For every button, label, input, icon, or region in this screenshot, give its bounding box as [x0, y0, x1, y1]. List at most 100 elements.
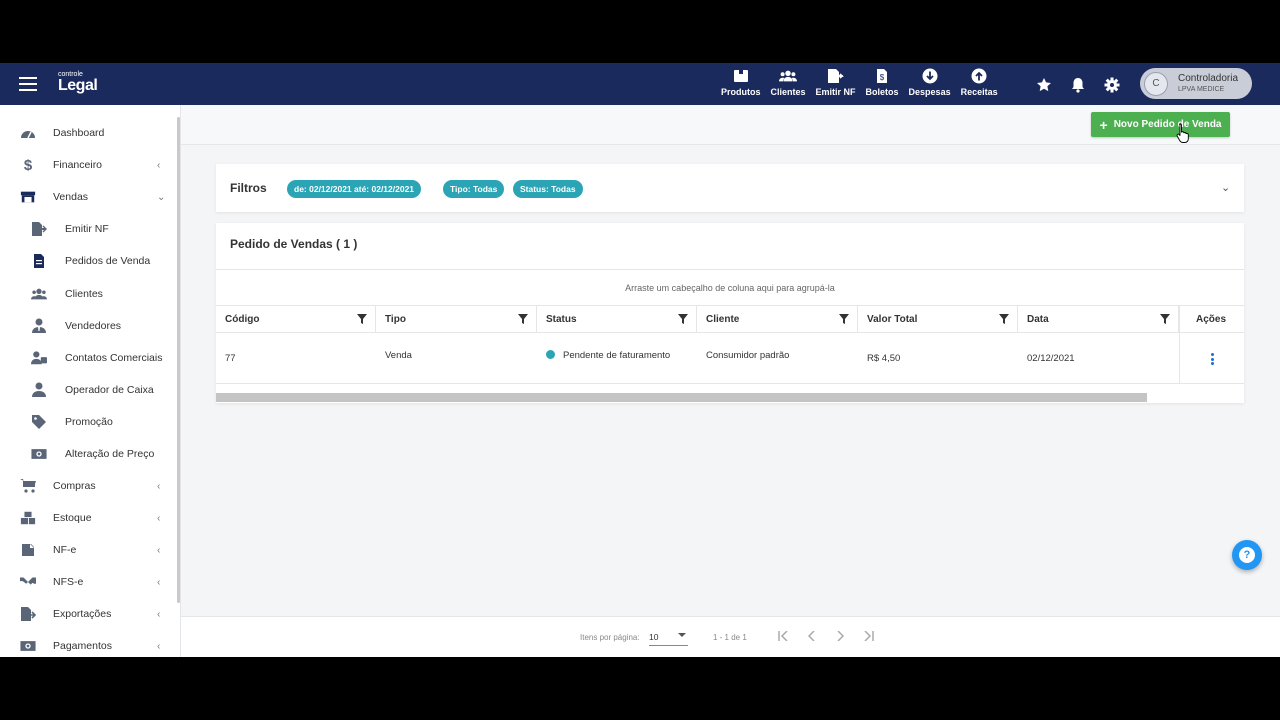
user-name: Controladoria	[1178, 73, 1239, 84]
first-page-icon[interactable]	[775, 627, 793, 645]
nav-despesas[interactable]: Despesas	[904, 67, 956, 97]
filter-icon[interactable]	[1160, 314, 1170, 324]
nfe-icon	[20, 542, 36, 558]
sidebar-item-label: Promoção	[65, 416, 113, 428]
col-label: Código	[225, 314, 260, 325]
nav-label: Boletos	[865, 87, 899, 97]
cell-cliente: Consumidor padrão	[706, 350, 790, 361]
sidebar-item-vendas[interactable]: Vendas ⌄	[0, 183, 176, 211]
sidebar-item-pagamentos[interactable]: Pagamentos ‹	[0, 632, 176, 657]
star-icon[interactable]	[1034, 75, 1054, 95]
help-button[interactable]: ?	[1232, 540, 1262, 570]
arrow-down-circle-icon	[921, 67, 939, 85]
col-header-tipo[interactable]: Tipo	[376, 306, 537, 333]
page-range: 1 - 1 de 1	[713, 633, 747, 642]
nav-boletos[interactable]: $ Boletos	[861, 67, 904, 97]
plus-icon: +	[1099, 116, 1108, 133]
filters-panel[interactable]: Filtros de: 02/12/2021 até: 02/12/2021 T…	[216, 164, 1244, 212]
next-page-icon[interactable]	[831, 627, 849, 645]
user-company: LPVA MEDICE	[1178, 86, 1225, 93]
sidebar-item-pedidos-de-venda[interactable]: Pedidos de Venda	[0, 247, 176, 275]
user-tie-icon	[31, 318, 47, 334]
filter-icon[interactable]	[357, 314, 367, 324]
table-row[interactable]: 77 Venda Pendente de faturamento Consumi…	[216, 333, 1244, 384]
user-info: Controladoria LPVA MEDICE	[1178, 73, 1239, 94]
sidebar-scrollbar[interactable]	[177, 117, 180, 603]
box-icon	[732, 67, 750, 85]
app-logo[interactable]: controle Legal	[58, 71, 98, 94]
gear-icon[interactable]	[1102, 75, 1122, 95]
filter-icon[interactable]	[999, 314, 1009, 324]
more-vertical-icon[interactable]	[1209, 353, 1215, 367]
col-label: Valor Total	[867, 314, 918, 325]
chevron-left-icon: ‹	[157, 544, 161, 556]
filter-chip-type[interactable]: Tipo: Todas	[443, 180, 505, 198]
sidebar-item-contatos-comerciais[interactable]: Contatos Comerciais	[0, 344, 176, 372]
logo-big-text: Legal	[58, 77, 98, 94]
chevron-left-icon: ‹	[157, 640, 161, 652]
app-screen: controle Legal Produtos Clientes Emitir …	[0, 63, 1280, 657]
filter-icon[interactable]	[678, 314, 688, 324]
new-order-button[interactable]: + Novo Pedido de Venda	[1091, 112, 1230, 137]
sidebar-item-nfs-e[interactable]: NFS-e ‹	[0, 568, 176, 596]
items-per-page-label: Itens por página:	[580, 633, 640, 642]
sidebar-item-label: Operador de Caixa	[65, 384, 154, 396]
sidebar-item-label: Vendedores	[65, 320, 122, 332]
document-icon	[31, 253, 47, 269]
status-dot	[546, 350, 555, 359]
filter-icon[interactable]	[518, 314, 528, 324]
nav-receitas[interactable]: Receitas	[956, 67, 1003, 97]
horizontal-scrollbar[interactable]	[216, 393, 1147, 402]
tag-icon	[31, 414, 47, 430]
actions-column	[1179, 306, 1244, 384]
cell-tipo: Venda	[385, 350, 412, 361]
sidebar: Dashboard $ Financeiro ‹ Vendas ⌄ Emitir NF Ped…	[0, 105, 181, 657]
sidebar-item-operador-de-caixa[interactable]: Operador de Caixa	[0, 376, 176, 404]
sidebar-item-altera-o-de-pre-o[interactable]: Alteração de Preço	[0, 440, 176, 468]
menu-toggle-icon[interactable]	[19, 77, 37, 91]
file-export-icon	[31, 221, 47, 237]
top-nav: Produtos Clientes Emitir NF $ Boletos De…	[716, 67, 1003, 97]
col-label: Cliente	[706, 314, 740, 325]
sidebar-item-label: Contatos Comerciais	[65, 352, 163, 364]
sidebar-item-exporta-es[interactable]: Exportações ‹	[0, 600, 176, 628]
chevron-down-icon[interactable]: ⌄	[1221, 181, 1230, 194]
nav-emitir-nf[interactable]: Emitir NF	[811, 67, 861, 97]
page-size-select[interactable]: 10	[649, 629, 688, 646]
sidebar-item-promo-o[interactable]: Promoção	[0, 408, 176, 436]
sidebar-item-label: Pedidos de Venda	[65, 255, 151, 267]
filter-chip-date[interactable]: de: 02/12/2021 até: 02/12/2021	[287, 180, 422, 198]
sidebar-item-financeiro[interactable]: $ Financeiro ‹	[0, 151, 176, 179]
prev-page-icon[interactable]	[803, 627, 821, 645]
sidebar-item-label: Emitir NF	[65, 223, 109, 235]
col-header-data[interactable]: Data	[1018, 306, 1179, 333]
sidebar-item-compras[interactable]: Compras ‹	[0, 472, 176, 500]
nav-label: Produtos	[721, 87, 761, 97]
sidebar-item-vendedores[interactable]: Vendedores	[0, 312, 176, 340]
sidebar-item-estoque[interactable]: Estoque ‹	[0, 504, 176, 532]
col-header-cliente[interactable]: Cliente	[697, 306, 858, 333]
col-header-status[interactable]: Status	[537, 306, 697, 333]
group-panel[interactable]: Arraste um cabeçalho de coluna aqui para…	[216, 269, 1244, 306]
sidebar-item-label: Alteração de Preço	[65, 448, 155, 460]
nav-clientes[interactable]: Clientes	[766, 67, 811, 97]
boxes-icon	[20, 510, 36, 526]
sidebar-item-dashboard[interactable]: Dashboard	[0, 119, 176, 147]
sidebar-item-clientes[interactable]: Clientes	[0, 280, 176, 308]
sidebar-item-nf-e[interactable]: NF-e ‹	[0, 536, 176, 564]
gauge-icon	[20, 125, 36, 141]
last-page-icon[interactable]	[859, 627, 877, 645]
user-menu[interactable]: C Controladoria LPVA MEDICE	[1140, 68, 1252, 99]
chevron-left-icon: ‹	[157, 576, 161, 588]
filter-icon[interactable]	[839, 314, 849, 324]
status-text: Pendente de faturamento	[563, 350, 671, 361]
svg-text:$: $	[880, 73, 885, 82]
bell-icon[interactable]	[1068, 75, 1088, 95]
sidebar-item-emitir-nf[interactable]: Emitir NF	[0, 215, 176, 243]
filter-chip-status[interactable]: Status: Todas	[513, 180, 583, 198]
nav-produtos[interactable]: Produtos	[716, 67, 766, 97]
chevron-left-icon: ‹	[157, 512, 161, 524]
col-header-valor[interactable]: Valor Total	[858, 306, 1018, 333]
col-header-codigo[interactable]: Código	[216, 306, 376, 333]
grid-title: Pedido de Vendas ( 1 )	[230, 237, 358, 251]
